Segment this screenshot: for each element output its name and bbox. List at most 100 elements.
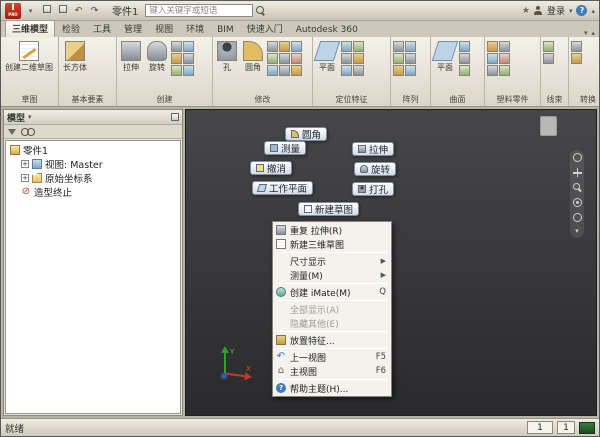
ribbon-small-button[interactable] — [487, 53, 498, 64]
filter-icon[interactable] — [8, 128, 16, 135]
ribbon-small-button[interactable] — [405, 53, 416, 64]
navigation-wheel-icon[interactable] — [572, 153, 582, 162]
ribbon-small-button[interactable] — [291, 53, 302, 64]
tab-tools[interactable]: 工具 — [87, 21, 117, 37]
pan-icon[interactable] — [572, 168, 582, 177]
panel-label-pattern[interactable]: 阵列 — [391, 94, 430, 106]
marking-menu-measure[interactable]: 测量 — [264, 141, 307, 155]
ribbon-small-button[interactable] — [499, 65, 510, 76]
panel-label-convert[interactable]: 转换 — [569, 94, 599, 106]
user-icon[interactable] — [534, 6, 543, 15]
marking-menu-fillet[interactable]: 圆角 — [285, 127, 328, 141]
tab-get-started[interactable]: 快速入门 — [241, 21, 289, 37]
panel-label-surface[interactable]: 曲面 — [431, 94, 484, 106]
ribbon-small-button[interactable] — [353, 53, 364, 64]
orbit-icon[interactable] — [572, 198, 582, 207]
ribbon-small-button[interactable] — [353, 41, 364, 52]
expand-icon[interactable]: + — [21, 174, 29, 182]
ribbon-small-button[interactable] — [171, 65, 182, 76]
ribbon-small-button[interactable] — [267, 65, 278, 76]
app-menu-chevron-icon[interactable]: ▾ — [24, 4, 37, 17]
menu-item-place-feature[interactable]: 放置特征... — [274, 333, 390, 347]
tree-item-part[interactable]: 零件1 — [6, 143, 180, 157]
surface-plane-button[interactable]: 平面 — [431, 40, 459, 74]
ribbon-small-button[interactable] — [405, 41, 416, 52]
redo-button[interactable]: ↷ — [88, 4, 101, 17]
ribbon-small-button[interactable] — [405, 65, 416, 76]
navbar-chevron-icon[interactable]: ▾ — [575, 228, 579, 235]
menu-item-dimension-display[interactable]: 尺寸显示 ▶ — [274, 254, 390, 268]
ribbon-small-button[interactable] — [393, 65, 404, 76]
ribbon-small-button[interactable] — [291, 41, 302, 52]
panel-label-plastic-part[interactable]: 塑料零件 — [485, 94, 540, 106]
ribbon-small-button[interactable] — [487, 41, 498, 52]
panel-label-modify[interactable]: 修改 — [213, 94, 312, 106]
menu-item-help-topics[interactable]: ? 帮助主题(H)... — [274, 381, 390, 395]
help-icon[interactable]: ? — [576, 5, 588, 16]
search-icon[interactable] — [256, 5, 266, 16]
ribbon-small-button[interactable] — [543, 53, 554, 64]
ribbon-options-chevron-icon[interactable]: ▾ — [584, 29, 588, 37]
search-input[interactable] — [145, 4, 254, 17]
tab-environments[interactable]: 环境 — [180, 21, 210, 37]
tree-item-origin[interactable]: + 原始坐标系 — [6, 171, 180, 185]
ribbon-small-button[interactable] — [171, 53, 182, 64]
marking-menu-revolve[interactable]: 旋转 — [354, 162, 397, 176]
ribbon-small-button[interactable] — [279, 41, 290, 52]
panel-label-sketch[interactable]: 草图 — [1, 94, 58, 106]
ribbon-small-button[interactable] — [459, 65, 470, 76]
ribbon-small-button[interactable] — [459, 53, 470, 64]
marking-menu-new-sketch[interactable]: 新建草图 — [298, 202, 360, 216]
ribbon-small-button[interactable] — [393, 53, 404, 64]
ribbon-small-button[interactable] — [341, 53, 352, 64]
marking-menu-hole[interactable]: 打孔 — [352, 182, 395, 196]
menu-item-repeat-extrude[interactable]: 重复 拉伸(R) — [274, 223, 390, 237]
panel-label-create[interactable]: 创建 — [117, 94, 212, 106]
menu-item-new-3d-sketch[interactable]: 新建三维草图 — [274, 237, 390, 251]
ribbon-small-button[interactable] — [267, 41, 278, 52]
ribbon-small-button[interactable] — [267, 53, 278, 64]
marking-menu-work-plane[interactable]: 工作平面 — [252, 181, 314, 195]
ribbon-small-button[interactable] — [291, 65, 302, 76]
ribbon-small-button[interactable] — [183, 53, 194, 64]
menu-item-home-view[interactable]: ⌂ 主视图 F6 — [274, 364, 390, 378]
ribbon-small-button[interactable] — [459, 41, 470, 52]
menu-item-measure[interactable]: 测量(M) ▶ — [274, 268, 390, 282]
revolve-button[interactable]: 旋转 — [145, 40, 169, 74]
ribbon-small-button[interactable] — [279, 53, 290, 64]
tab-inspect[interactable]: 检验 — [56, 21, 86, 37]
ribbon-small-button[interactable] — [499, 53, 510, 64]
marking-menu-extrude[interactable]: 拉伸 — [352, 142, 395, 156]
menu-item-create-imate[interactable]: 创建 iMate(M) Q — [274, 285, 390, 299]
ribbon-small-button[interactable] — [279, 65, 290, 76]
browser-dropdown-icon[interactable]: ▾ — [28, 113, 32, 121]
ribbon-small-button[interactable] — [341, 65, 352, 76]
ribbon-small-button[interactable] — [183, 41, 194, 52]
ribbon-small-button[interactable] — [183, 65, 194, 76]
menu-item-previous-view[interactable]: ↶ 上一视图 F5 — [274, 350, 390, 364]
extrude-button[interactable]: 拉伸 — [119, 40, 143, 74]
ribbon-small-button[interactable] — [543, 41, 554, 52]
sign-in-chevron-icon[interactable]: ▾ — [569, 7, 573, 15]
marking-menu-undo[interactable]: 撤消 — [250, 161, 293, 175]
create-2d-sketch-button[interactable]: 创建二维草图 — [3, 40, 55, 74]
tab-autodesk-360[interactable]: Autodesk 360 — [290, 24, 364, 37]
ribbon-small-button[interactable] — [393, 41, 404, 52]
browser-options-icon[interactable] — [171, 113, 179, 121]
find-icon[interactable] — [21, 128, 35, 136]
minimize-ribbon-icon[interactable]: ▴ — [591, 29, 595, 37]
tree-item-end-of-part[interactable]: ⊘ 造型终止 — [6, 185, 180, 200]
tab-3d-model[interactable]: 三维模型 — [5, 20, 56, 37]
expand-icon[interactable]: + — [21, 160, 29, 168]
zoom-icon[interactable] — [572, 183, 582, 192]
panel-label-harness[interactable]: 线束 — [541, 94, 568, 106]
ribbon-small-button[interactable] — [341, 41, 352, 52]
tree-item-view-master[interactable]: + 视图: Master — [6, 157, 180, 171]
look-at-icon[interactable] — [572, 213, 582, 222]
ribbon-small-button[interactable] — [571, 53, 582, 64]
viewcube[interactable] — [540, 116, 557, 136]
hole-button[interactable]: 孔 — [215, 40, 239, 74]
ribbon-small-button[interactable] — [499, 41, 510, 52]
box-primitive-button[interactable]: 长方体 — [61, 40, 89, 74]
undo-button[interactable]: ↶ — [72, 4, 85, 17]
